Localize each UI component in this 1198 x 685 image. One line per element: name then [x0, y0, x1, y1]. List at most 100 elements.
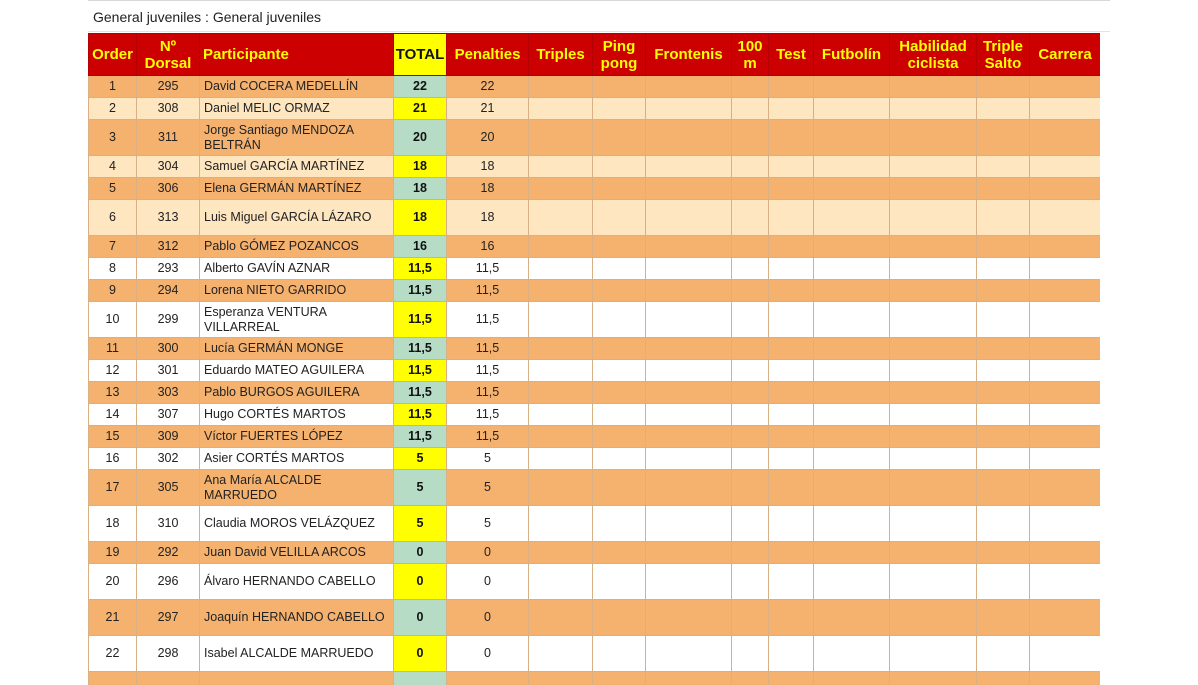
- cell-triples: [528, 359, 593, 382]
- cell-order: 20: [88, 563, 137, 600]
- cell-frontenis: [645, 599, 732, 636]
- table-row: 4 304 Samuel GARCÍA MARTÍNEZ 18 18: [88, 155, 1100, 178]
- cell-total: [393, 671, 447, 685]
- cell-100m: [731, 155, 769, 178]
- cell-carrera: [1029, 177, 1100, 200]
- cell-triple-salto: [976, 671, 1030, 685]
- cell-total: 0: [393, 541, 447, 564]
- cell-total: 11,5: [393, 381, 447, 404]
- cell-penalties: 5: [446, 447, 529, 470]
- cell-test: [768, 403, 814, 426]
- cell-carrera: [1029, 381, 1100, 404]
- cell-dorsal: 296: [136, 563, 200, 600]
- cell-penalties: 11,5: [446, 359, 529, 382]
- cell-habilidad-ciclista: [889, 469, 977, 506]
- cell-100m: [731, 119, 769, 156]
- cell-triple-salto: [976, 425, 1030, 448]
- cell-100m: [731, 381, 769, 404]
- cell-test: [768, 381, 814, 404]
- cell-penalties: [446, 671, 529, 685]
- cell-order: 1: [88, 75, 137, 98]
- col-header-habilidad-ciclista: Habilidad ciclista: [889, 33, 977, 76]
- col-header-ping-pong: Ping pong: [592, 33, 646, 76]
- cell-total: 18: [393, 155, 447, 178]
- cell-100m: [731, 337, 769, 360]
- cell-penalties: 11,5: [446, 337, 529, 360]
- cell-total: 21: [393, 97, 447, 120]
- results-table-container: Order Nº Dorsal Participante TOTAL Penal…: [88, 33, 1100, 685]
- cell-frontenis: [645, 541, 732, 564]
- cell-order: 11: [88, 337, 137, 360]
- cell-habilidad-ciclista: [889, 257, 977, 280]
- cell-100m: [731, 97, 769, 120]
- cell-participante: Asier CORTÉS MARTOS: [199, 447, 394, 470]
- cell-ping-pong: [592, 599, 646, 636]
- cell-habilidad-ciclista: [889, 75, 977, 98]
- cell-triple-salto: [976, 337, 1030, 360]
- cell-habilidad-ciclista: [889, 199, 977, 236]
- cell-futbolin: [813, 279, 890, 302]
- cell-participante: David COCERA MEDELLÍN: [199, 75, 394, 98]
- cell-frontenis: [645, 403, 732, 426]
- table-row: 22 298 Isabel ALCALDE MARRUEDO 0 0: [88, 635, 1100, 672]
- table-row: 18 310 Claudia MOROS VELÁZQUEZ 5 5: [88, 505, 1100, 542]
- cell-frontenis: [645, 381, 732, 404]
- cell-futbolin: [813, 635, 890, 672]
- cell-habilidad-ciclista: [889, 97, 977, 120]
- cell-total: 16: [393, 235, 447, 258]
- cell-total: 0: [393, 599, 447, 636]
- cell-futbolin: [813, 447, 890, 470]
- cell-total: 11,5: [393, 257, 447, 280]
- cell-participante: Alberto GAVÍN AZNAR: [199, 257, 394, 280]
- cell-futbolin: [813, 403, 890, 426]
- cell-100m: [731, 301, 769, 338]
- cell-habilidad-ciclista: [889, 337, 977, 360]
- col-header-dorsal: Nº Dorsal: [136, 33, 200, 76]
- cell-test: [768, 359, 814, 382]
- table-row: 8 293 Alberto GAVÍN AZNAR 11,5 11,5: [88, 257, 1100, 280]
- cell-dorsal: 313: [136, 199, 200, 236]
- title-divider: [88, 31, 1110, 32]
- cell-total: 11,5: [393, 337, 447, 360]
- cell-penalties: 16: [446, 235, 529, 258]
- col-header-triples: Triples: [528, 33, 593, 76]
- cell-frontenis: [645, 635, 732, 672]
- cell-test: [768, 541, 814, 564]
- results-table: Order Nº Dorsal Participante TOTAL Penal…: [88, 33, 1100, 685]
- cell-100m: [731, 403, 769, 426]
- cell-futbolin: [813, 119, 890, 156]
- cell-triple-salto: [976, 563, 1030, 600]
- cell-100m: [731, 199, 769, 236]
- cell-penalties: 22: [446, 75, 529, 98]
- cell-dorsal: 310: [136, 505, 200, 542]
- cell-triples: [528, 257, 593, 280]
- cell-ping-pong: [592, 301, 646, 338]
- table-row: 14 307 Hugo CORTÉS MARTOS 11,5 11,5: [88, 403, 1100, 426]
- cell-order: 22: [88, 635, 137, 672]
- cell-frontenis: [645, 671, 732, 685]
- table-row: 5 306 Elena GERMÁN MARTÍNEZ 18 18: [88, 177, 1100, 200]
- cell-triples: [528, 337, 593, 360]
- cell-total: 5: [393, 505, 447, 542]
- cell-participante: Elena GERMÁN MARTÍNEZ: [199, 177, 394, 200]
- cell-triple-salto: [976, 155, 1030, 178]
- cell-total: 0: [393, 635, 447, 672]
- cell-triple-salto: [976, 469, 1030, 506]
- cell-habilidad-ciclista: [889, 635, 977, 672]
- cell-order: 2: [88, 97, 137, 120]
- cell-order: 18: [88, 505, 137, 542]
- cell-participante: Pablo GÓMEZ POZANCOS: [199, 235, 394, 258]
- cell-frontenis: [645, 301, 732, 338]
- cell-test: [768, 505, 814, 542]
- cell-penalties: 18: [446, 155, 529, 178]
- cell-futbolin: [813, 75, 890, 98]
- cell-dorsal: 295: [136, 75, 200, 98]
- cell-dorsal: [136, 671, 200, 685]
- cell-participante: Lucía GERMÁN MONGE: [199, 337, 394, 360]
- cell-participante: Víctor FUERTES LÓPEZ: [199, 425, 394, 448]
- cell-100m: [731, 257, 769, 280]
- cell-total: 22: [393, 75, 447, 98]
- cell-100m: [731, 505, 769, 542]
- cell-ping-pong: [592, 447, 646, 470]
- cell-test: [768, 199, 814, 236]
